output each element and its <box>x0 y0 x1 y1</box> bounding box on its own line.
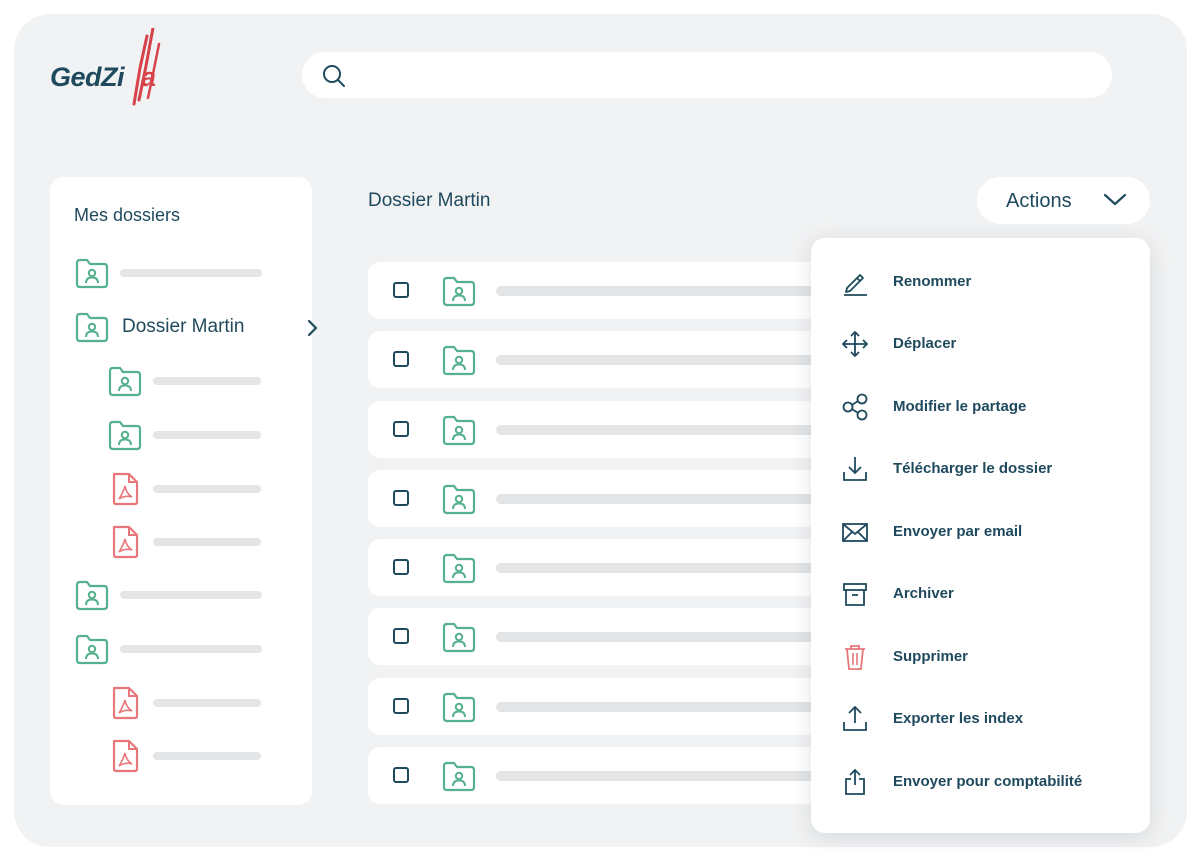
sidebar-item-label: Dossier Martin <box>122 316 245 337</box>
folder-user-icon <box>75 258 109 289</box>
row-checkbox[interactable] <box>393 628 409 644</box>
sidebar-item-folder[interactable] <box>74 577 262 613</box>
folder-user-icon <box>442 622 476 653</box>
folder-user-icon <box>442 415 476 446</box>
table-row[interactable] <box>368 608 838 665</box>
folder-user-icon <box>442 553 476 584</box>
sidebar-item-folder[interactable] <box>107 363 261 399</box>
export-icon <box>845 768 865 795</box>
folder-user-icon <box>442 484 476 515</box>
placeholder-label <box>120 645 262 653</box>
folder-user-icon <box>108 366 142 397</box>
folder-user-icon <box>442 761 476 792</box>
download-icon <box>843 457 867 481</box>
move-icon <box>842 331 868 357</box>
chevron-down-icon <box>1103 193 1127 206</box>
sidebar-item-folder[interactable] <box>74 255 262 291</box>
logo-claw-mark <box>132 28 161 106</box>
menu-item-share[interactable]: Modifier le partage <box>811 382 1150 432</box>
folder-title: Dossier Martin <box>368 190 491 211</box>
actions-menu: Renommer Déplacer Modifier le partage Té… <box>811 238 1150 833</box>
menu-item-email[interactable]: Envoyer par email <box>811 507 1150 557</box>
sidebar-item-folder[interactable] <box>74 631 262 667</box>
menu-item-move[interactable]: Déplacer <box>811 319 1150 369</box>
placeholder-label <box>120 591 262 599</box>
share-icon <box>842 393 868 421</box>
sidebar-item-pdf[interactable] <box>107 685 261 721</box>
sidebar-item-pdf[interactable] <box>107 738 261 774</box>
pdf-file-icon <box>112 472 139 506</box>
folder-user-icon <box>75 634 109 665</box>
placeholder-label <box>153 752 261 760</box>
row-checkbox[interactable] <box>393 282 409 298</box>
sidebar-item-folder[interactable] <box>107 417 261 453</box>
row-checkbox[interactable] <box>393 421 409 437</box>
folder-user-icon <box>108 420 142 451</box>
actions-label: Actions <box>1006 190 1072 212</box>
row-checkbox[interactable] <box>393 698 409 714</box>
folder-user-icon <box>442 692 476 723</box>
trash-icon <box>845 645 865 670</box>
table-row[interactable] <box>368 539 838 596</box>
placeholder-label <box>496 494 838 504</box>
table-row[interactable] <box>368 331 838 388</box>
placeholder-label <box>153 377 261 385</box>
menu-item-export-index[interactable]: Exporter les index <box>811 694 1150 744</box>
email-icon <box>842 523 868 542</box>
menu-item-rename[interactable]: Renommer <box>811 257 1150 307</box>
folder-user-icon <box>75 312 109 343</box>
upload-icon <box>843 705 867 731</box>
placeholder-label <box>496 425 838 435</box>
table-row[interactable] <box>368 262 838 319</box>
menu-item-send-accounting[interactable]: Envoyer pour comptabilité <box>811 757 1150 807</box>
table-row[interactable] <box>368 747 838 804</box>
table-row[interactable] <box>368 470 838 527</box>
folder-user-icon <box>442 276 476 307</box>
placeholder-label <box>153 431 261 439</box>
placeholder-label <box>496 771 838 781</box>
search-bar[interactable] <box>302 52 1112 98</box>
pdf-file-icon <box>112 686 139 720</box>
gedzilla-logo[interactable]: GedZi a <box>50 28 185 106</box>
menu-item-download[interactable]: Télécharger le dossier <box>811 444 1150 494</box>
pdf-file-icon <box>112 525 139 559</box>
row-checkbox[interactable] <box>393 767 409 783</box>
chevron-right-icon[interactable] <box>306 319 318 337</box>
row-checkbox[interactable] <box>393 559 409 575</box>
placeholder-label <box>496 702 838 712</box>
folder-user-icon <box>442 345 476 376</box>
sidebar-item-pdf[interactable] <box>107 471 261 507</box>
search-icon[interactable] <box>322 64 346 88</box>
sidebar-item-dossier-martin[interactable]: Dossier Martin <box>74 309 318 345</box>
placeholder-label <box>496 286 838 296</box>
placeholder-label <box>153 538 261 546</box>
placeholder-label <box>496 563 838 573</box>
placeholder-label <box>120 269 262 277</box>
sidebar-title: Mes dossiers <box>74 205 181 225</box>
placeholder-label <box>496 355 838 365</box>
pencil-icon <box>844 274 867 296</box>
sidebar-item-pdf[interactable] <box>107 524 261 560</box>
row-checkbox[interactable] <box>393 351 409 367</box>
pdf-file-icon <box>112 739 139 773</box>
folder-user-icon <box>75 580 109 611</box>
placeholder-label <box>153 699 261 707</box>
placeholder-label <box>153 485 261 493</box>
sidebar: Mes dossiers Dossier Martin <box>50 177 318 805</box>
row-checkbox[interactable] <box>393 490 409 506</box>
table-row[interactable] <box>368 401 838 458</box>
placeholder-label <box>496 632 838 642</box>
actions-dropdown-button[interactable]: Actions <box>977 177 1150 224</box>
menu-item-archive[interactable]: Archiver <box>811 569 1150 619</box>
table-row[interactable] <box>368 678 838 735</box>
menu-item-delete[interactable]: Supprimer <box>811 632 1150 682</box>
archive-icon <box>843 583 867 606</box>
